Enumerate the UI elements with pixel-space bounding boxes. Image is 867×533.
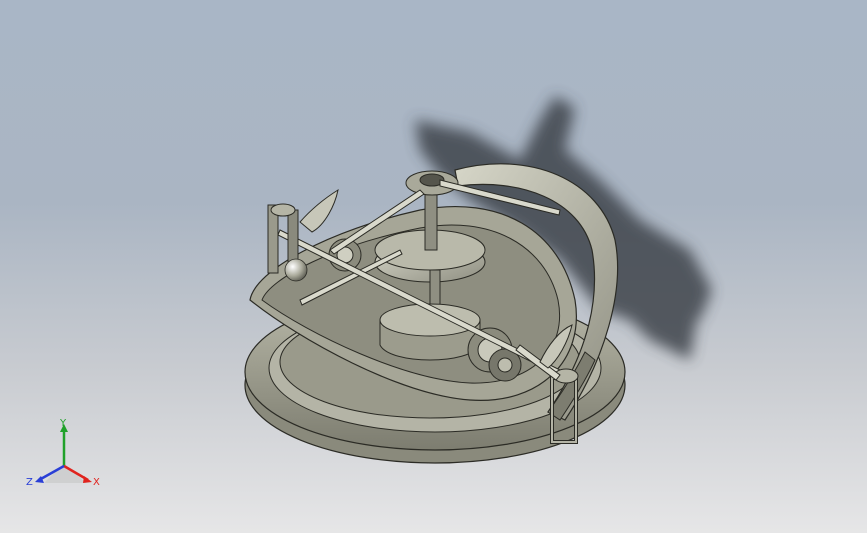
x-axis-arrow [83,476,92,483]
x-axis-label: X [93,477,100,488]
coordinate-triad[interactable]: Y X Z [22,418,112,498]
y-axis-label: Y [59,418,67,429]
cad-graphics-viewport[interactable]: Y X Z [0,0,867,533]
central-column [374,170,486,361]
z-axis-label: Z [26,477,33,488]
3d-model-view[interactable] [0,0,867,533]
